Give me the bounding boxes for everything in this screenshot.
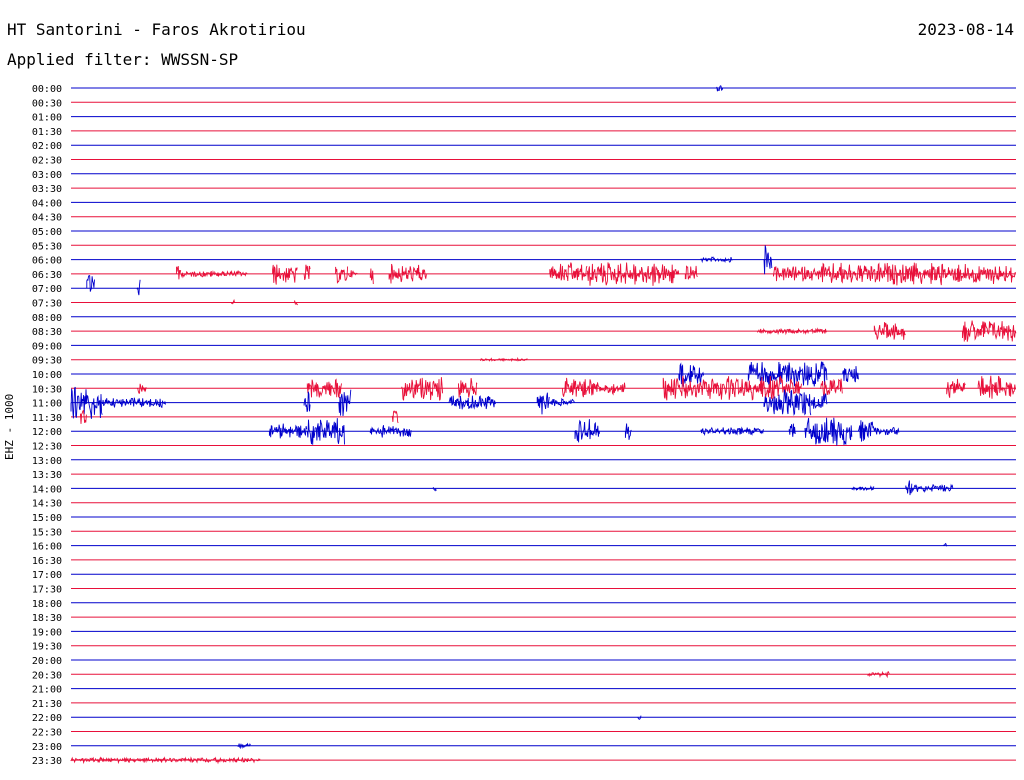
time-tick-label: 00:00: [32, 84, 62, 95]
time-tick-label: 07:00: [32, 284, 62, 295]
seismic-burst: [401, 377, 444, 401]
time-tick-label: 04:30: [32, 213, 62, 224]
time-tick-label: 14:00: [32, 484, 62, 495]
seismic-burst: [700, 426, 764, 436]
time-tick-label: 22:00: [32, 713, 62, 724]
seismic-burst: [86, 274, 95, 292]
time-tick-label: 00:30: [32, 98, 62, 109]
seismic-burst: [561, 377, 595, 398]
seismic-burst: [70, 386, 103, 419]
time-tick-label: 06:00: [32, 256, 62, 267]
time-tick-label: 20:00: [32, 656, 62, 667]
time-tick-label: 11:30: [32, 413, 62, 424]
seismic-burst: [587, 262, 680, 286]
time-tick-label: 12:30: [32, 442, 62, 453]
seismic-burst: [176, 266, 182, 280]
time-tick-label: 01:30: [32, 127, 62, 138]
seismic-burst: [303, 391, 311, 412]
seismic-burst: [237, 742, 251, 750]
time-tick-label: 01:00: [32, 113, 62, 124]
seismic-burst: [102, 397, 166, 409]
seismic-burst: [624, 423, 632, 440]
time-tick-label: 08:30: [32, 327, 62, 338]
time-tick-label: 11:00: [32, 399, 62, 410]
seismic-burst: [303, 264, 311, 280]
seismic-burst: [684, 265, 698, 280]
time-tick-label: 10:00: [32, 370, 62, 381]
time-tick-label: 14:30: [32, 499, 62, 510]
time-tick-label: 13:00: [32, 456, 62, 467]
seismic-burst: [905, 480, 913, 496]
time-tick-label: 15:30: [32, 527, 62, 538]
seismic-burst: [549, 262, 588, 282]
time-tick-label: 07:30: [32, 299, 62, 310]
seismic-burst: [335, 266, 349, 284]
time-tick-label: 03:30: [32, 184, 62, 195]
time-tick-label: 08:00: [32, 313, 62, 324]
seismic-burst: [842, 366, 859, 383]
seismic-burst: [851, 485, 875, 492]
time-tick-label: 23:00: [32, 742, 62, 753]
time-tick-label: 05:00: [32, 227, 62, 238]
time-tick-label: 18:30: [32, 613, 62, 624]
time-tick-label: 19:00: [32, 627, 62, 638]
time-tick-label: 09:30: [32, 356, 62, 367]
time-tick-label: 12:00: [32, 427, 62, 438]
time-tick-label: 20:30: [32, 670, 62, 681]
seismic-burst: [272, 264, 298, 285]
time-tick-label: 02:30: [32, 156, 62, 167]
time-tick-label: 21:00: [32, 685, 62, 696]
seismic-burst: [788, 423, 796, 437]
seismic-burst: [432, 487, 437, 492]
time-tick-label: 18:00: [32, 599, 62, 610]
seismic-burst: [369, 268, 374, 285]
time-tick-label: 22:30: [32, 728, 62, 739]
time-tick-label: 09:00: [32, 341, 62, 352]
time-tick-label: 21:30: [32, 699, 62, 710]
seismic-burst: [180, 269, 248, 279]
time-tick-label: 23:30: [32, 756, 62, 767]
time-tick-label: 17:30: [32, 585, 62, 596]
time-tick-label: 17:00: [32, 570, 62, 581]
helicorder-plot: 00:00 00:30 01:00 01:30 02:00 02:30 03:00 03:30…: [32, 84, 1017, 767]
time-tick-label: 13:30: [32, 470, 62, 481]
time-tick-label: 10:30: [32, 384, 62, 395]
seismic-burst: [136, 279, 141, 296]
seismic-burst: [773, 266, 821, 282]
seismic-burst: [536, 392, 550, 415]
time-tick-label: 04:00: [32, 198, 62, 209]
seismic-burst: [977, 375, 1016, 399]
time-tick-label: 19:30: [32, 642, 62, 653]
time-tick-label: 15:00: [32, 513, 62, 524]
time-tick-label: 16:00: [32, 542, 62, 553]
time-tick-label: 06:30: [32, 270, 62, 281]
time-tick-label: 16:30: [32, 556, 62, 567]
time-tick-label: 02:00: [32, 141, 62, 152]
time-tick-label: 05:30: [32, 241, 62, 252]
time-tick-label: 03:00: [32, 170, 62, 181]
seismic-burst: [700, 256, 733, 264]
